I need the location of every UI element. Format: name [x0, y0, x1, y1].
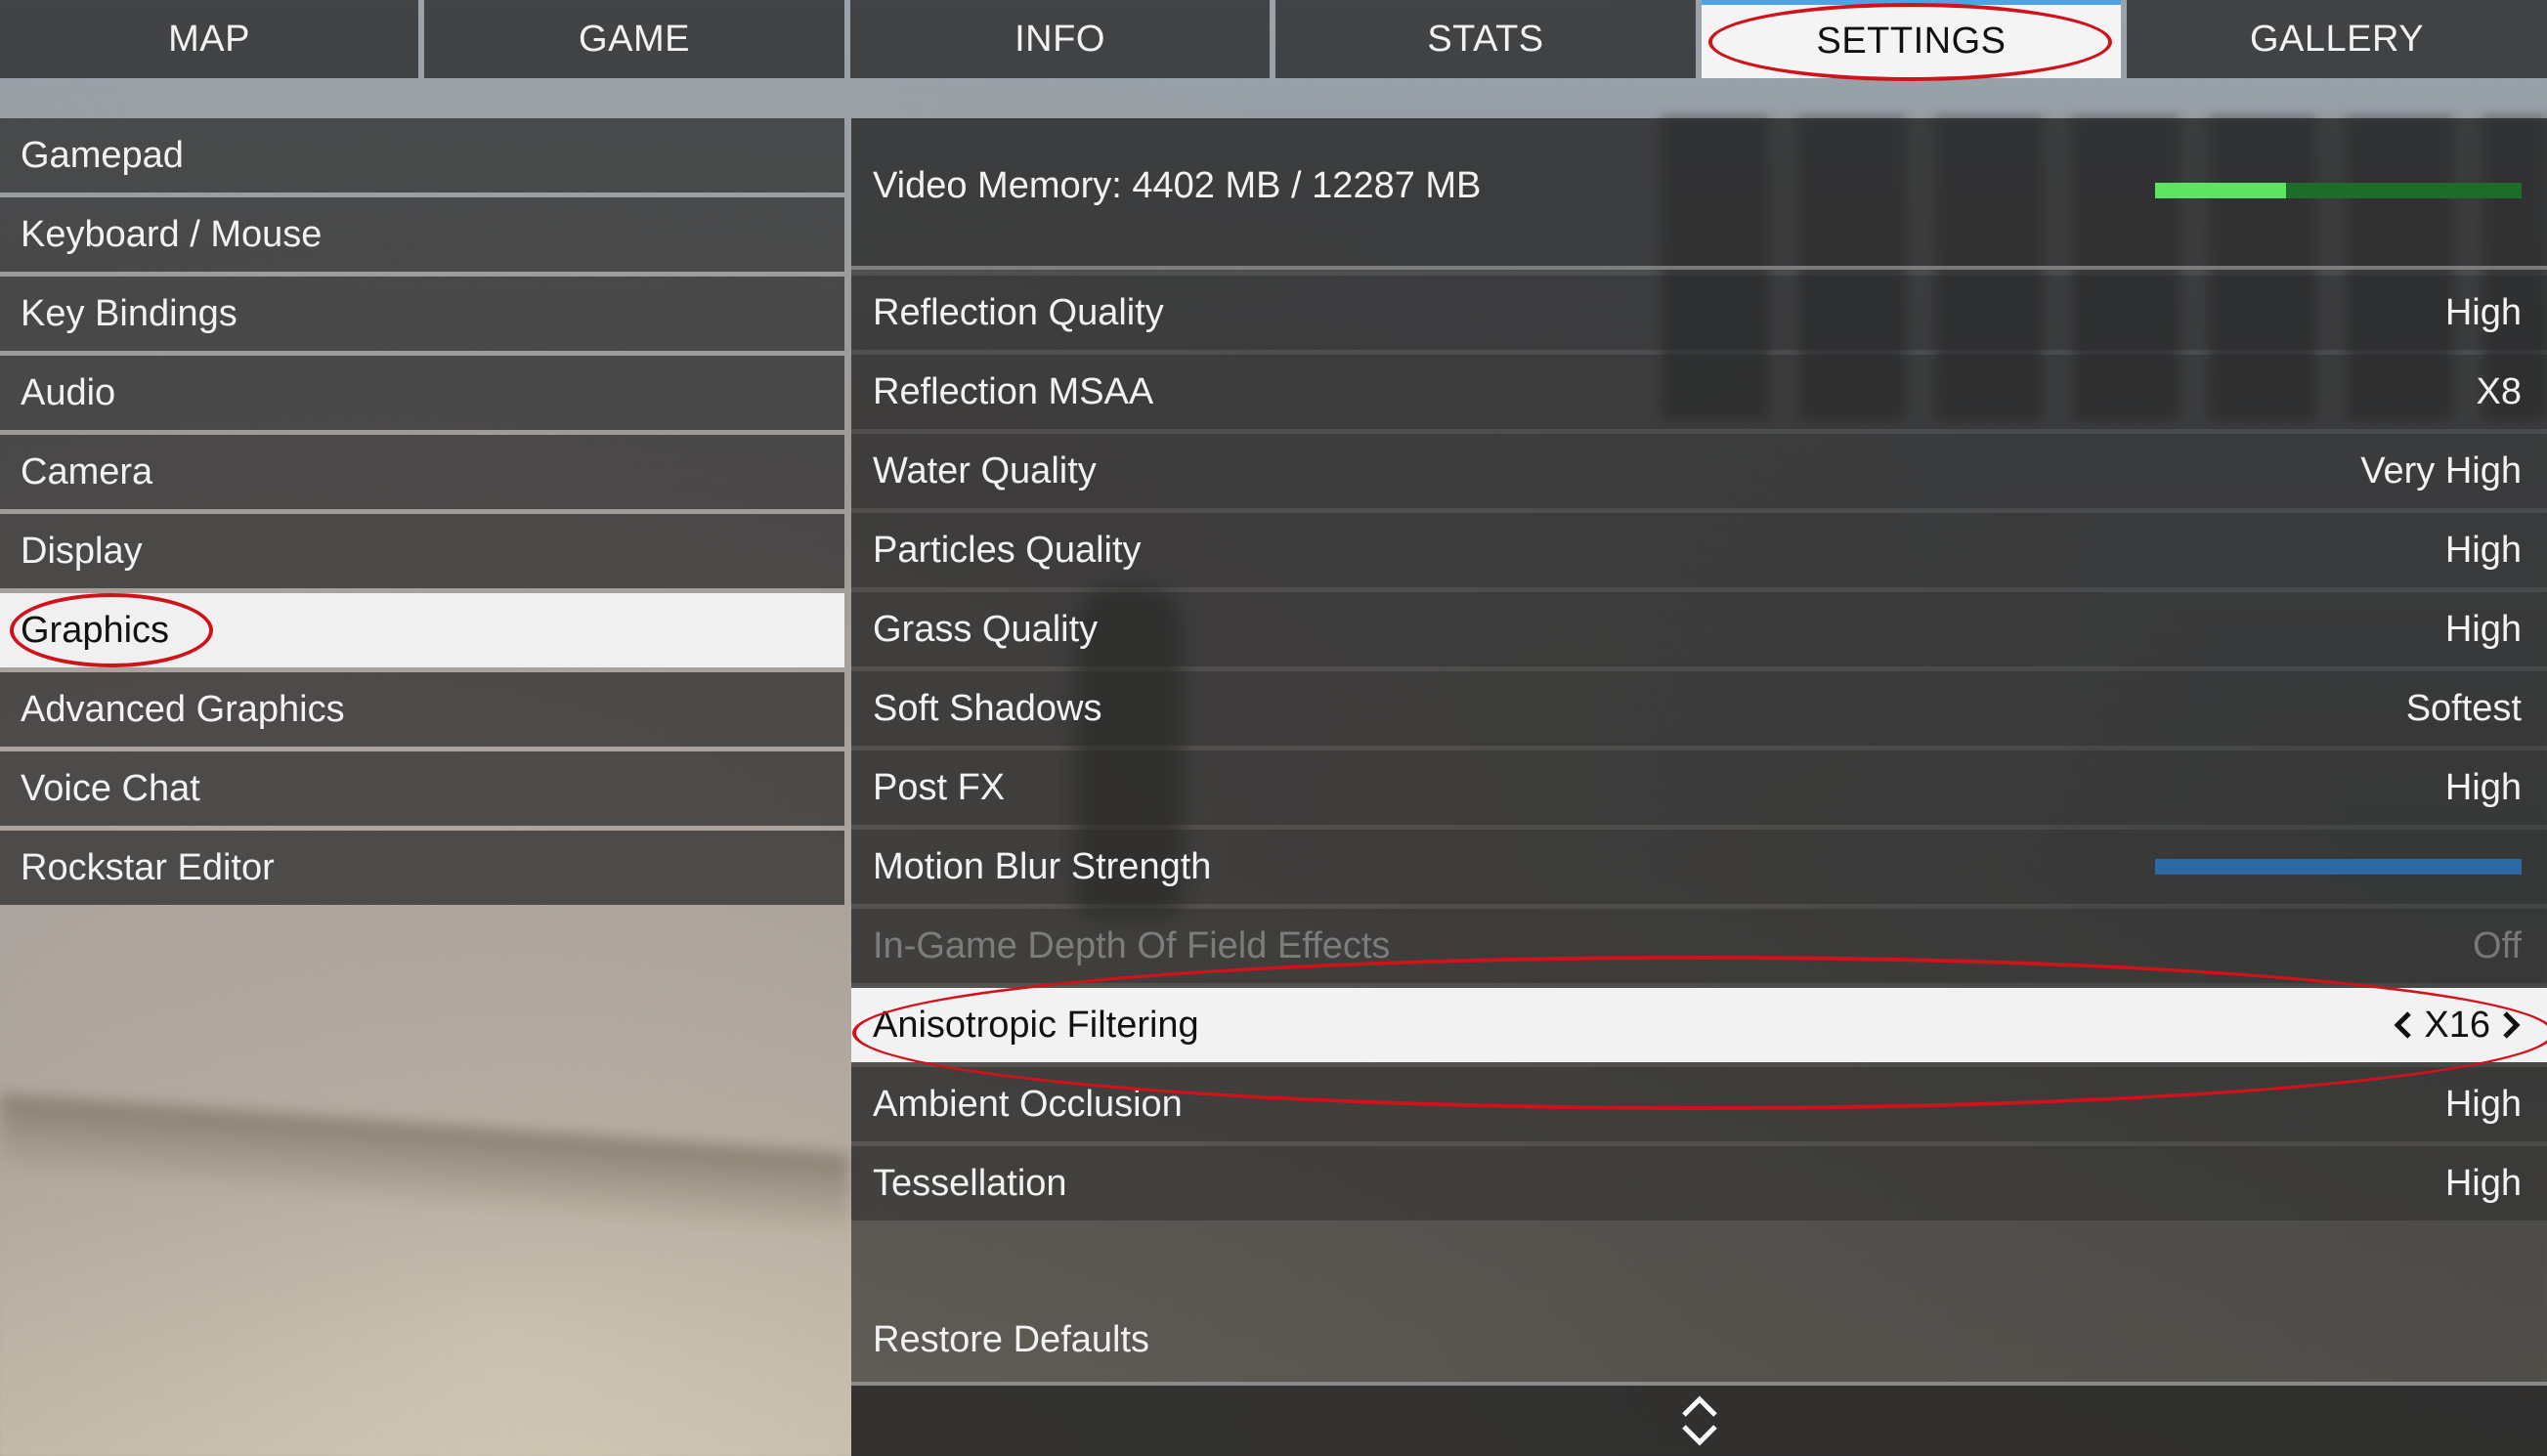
setting-label: Reflection Quality	[873, 291, 1164, 333]
setting-label: Particles Quality	[873, 529, 1142, 571]
setting-value: High	[2444, 608, 2522, 650]
anisotropic-stepper[interactable]: X16	[2393, 1005, 2522, 1047]
setting-label: Motion Blur Strength	[873, 845, 1212, 887]
tab-info[interactable]: INFO	[850, 0, 1270, 78]
setting-soft-shadows[interactable]: Soft Shadows Softest	[851, 671, 2547, 746]
video-memory-bar-fill	[2155, 183, 2287, 198]
setting-grass-quality[interactable]: Grass Quality High	[851, 592, 2547, 666]
menu-item-rockstar-editor[interactable]: Rockstar Editor	[0, 831, 844, 905]
setting-reflection-quality[interactable]: Reflection Quality High	[851, 276, 2547, 350]
menu-item-display[interactable]: Display	[0, 514, 844, 588]
setting-label: Ambient Occlusion	[873, 1083, 1183, 1125]
menu-item-label: Gamepad	[21, 134, 184, 176]
setting-label: Post FX	[873, 766, 1006, 808]
setting-water-quality[interactable]: Water Quality Very High	[851, 434, 2547, 508]
menu-item-label: Keyboard / Mouse	[21, 213, 323, 255]
setting-value: High	[2444, 529, 2522, 571]
video-memory-label: Video Memory: 4402 MB / 12287 MB	[873, 165, 1482, 206]
setting-label: Reflection MSAA	[873, 370, 1154, 412]
menu-item-voice-chat[interactable]: Voice Chat	[0, 751, 844, 826]
settings-category-menu: Gamepad Keyboard / Mouse Key Bindings Au…	[0, 118, 844, 910]
setting-tessellation[interactable]: Tessellation High	[851, 1146, 2547, 1220]
setting-value: High	[2444, 291, 2522, 333]
setting-label: Soft Shadows	[873, 687, 1102, 729]
video-memory-row: Video Memory: 4402 MB / 12287 MB	[851, 118, 2547, 270]
menu-item-label: Camera	[21, 450, 153, 492]
setting-value: Very High	[2360, 450, 2522, 492]
menu-item-audio[interactable]: Audio	[0, 356, 844, 430]
tab-game[interactable]: GAME	[424, 0, 844, 78]
setting-value: X16	[2424, 1004, 2490, 1046]
setting-reflection-msaa[interactable]: Reflection MSAA X8	[851, 355, 2547, 429]
setting-particles-quality[interactable]: Particles Quality High	[851, 513, 2547, 587]
tab-gallery[interactable]: GALLERY	[2127, 0, 2547, 78]
video-memory-bar	[2155, 183, 2522, 198]
setting-post-fx[interactable]: Post FX High	[851, 750, 2547, 825]
scroll-indicator[interactable]	[851, 1382, 2547, 1456]
tab-map[interactable]: MAP	[0, 0, 418, 78]
scroll-updown-icon	[1681, 1395, 1717, 1446]
setting-label: In-Game Depth Of Field Effects	[873, 924, 1391, 966]
menu-item-label: Rockstar Editor	[21, 846, 275, 888]
menu-item-advanced-graphics[interactable]: Advanced Graphics	[0, 672, 844, 747]
setting-value: Softest	[2405, 687, 2522, 729]
menu-item-label: Advanced Graphics	[21, 688, 345, 730]
background-ledge	[0, 1093, 850, 1242]
menu-item-gamepad[interactable]: Gamepad	[0, 118, 844, 193]
restore-defaults-button[interactable]: Restore Defaults	[873, 1319, 1149, 1361]
setting-label: Water Quality	[873, 450, 1097, 492]
motion-blur-slider[interactable]	[2155, 859, 2522, 875]
menu-item-label: Voice Chat	[21, 767, 200, 809]
menu-item-key-bindings[interactable]: Key Bindings	[0, 277, 844, 351]
setting-value: High	[2444, 766, 2522, 808]
tab-stats[interactable]: STATS	[1275, 0, 1696, 78]
menu-item-graphics[interactable]: Graphics	[0, 593, 844, 667]
menu-item-label: Graphics	[21, 609, 170, 651]
setting-value: High	[2444, 1162, 2522, 1204]
menu-item-label: Key Bindings	[21, 292, 237, 334]
setting-value: High	[2444, 1083, 2522, 1125]
graphics-settings-list: Reflection Quality High Reflection MSAA …	[851, 276, 2547, 1225]
setting-label: Anisotropic Filtering	[873, 1004, 1199, 1046]
setting-label: Tessellation	[873, 1162, 1067, 1204]
tab-settings[interactable]: SETTINGS	[1702, 0, 2121, 78]
setting-label: Grass Quality	[873, 608, 1099, 650]
menu-item-label: Audio	[21, 371, 116, 413]
setting-ambient-occlusion[interactable]: Ambient Occlusion High	[851, 1067, 2547, 1141]
setting-value: X8	[2476, 370, 2522, 412]
menu-item-label: Display	[21, 530, 143, 572]
setting-motion-blur-strength[interactable]: Motion Blur Strength	[851, 830, 2547, 904]
menu-item-camera[interactable]: Camera	[0, 435, 844, 509]
chevron-right-icon[interactable]	[2500, 1010, 2522, 1040]
chevron-left-icon[interactable]	[2393, 1010, 2414, 1040]
setting-value: Off	[2473, 924, 2522, 966]
top-tab-bar: MAP GAME INFO STATS SETTINGS GALLERY	[0, 0, 2547, 78]
setting-depth-of-field: In-Game Depth Of Field Effects Off	[851, 909, 2547, 983]
menu-item-keyboard-mouse[interactable]: Keyboard / Mouse	[0, 197, 844, 272]
setting-anisotropic-filtering[interactable]: Anisotropic Filtering X16	[851, 988, 2547, 1062]
